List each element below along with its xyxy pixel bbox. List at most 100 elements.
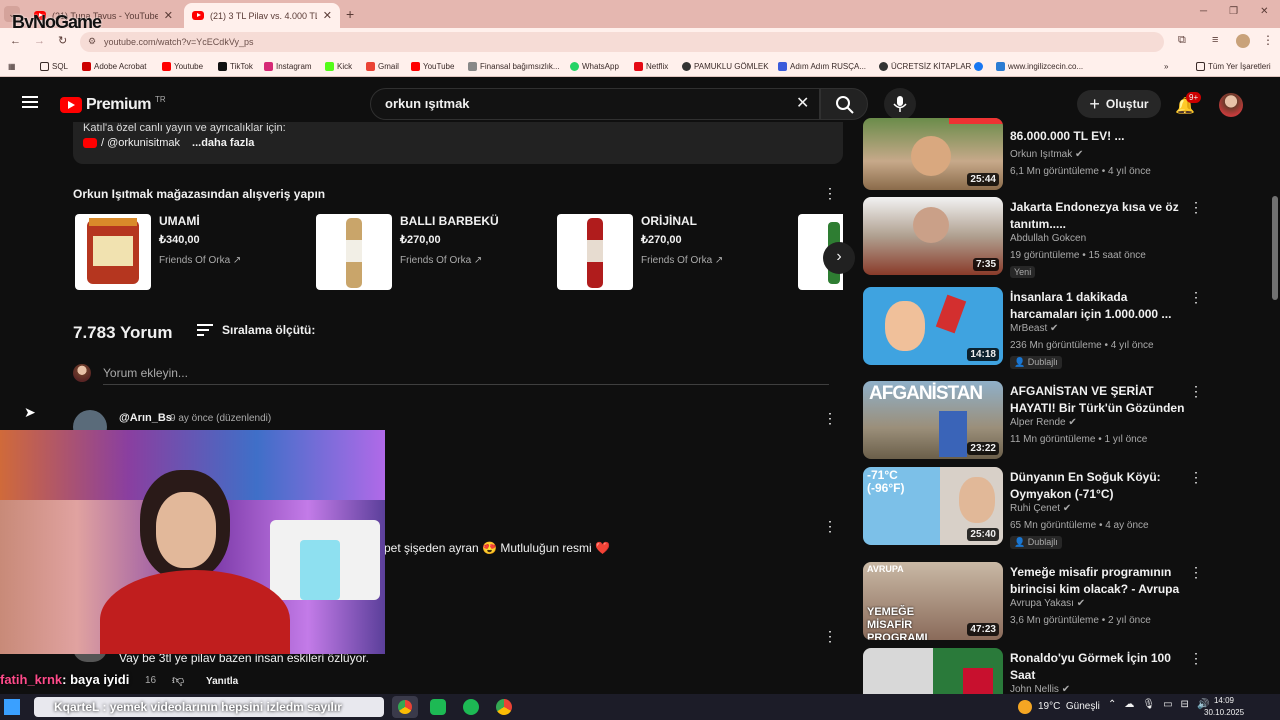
- video-title[interactable]: Dünyanın En Soğuk Köyü: Oymyakon (-71°C): [1010, 469, 1185, 503]
- sort-button[interactable]: Sıralama ölçütü:: [222, 323, 315, 337]
- maximize-icon[interactable]: ❐: [1229, 6, 1238, 17]
- apps-icon[interactable]: ▦: [8, 62, 16, 71]
- taskbar-search[interactable]: KqarteL : yemek videolarının hepsini izl…: [34, 697, 384, 717]
- bookmark-youtube-2[interactable]: YouTube: [411, 62, 454, 71]
- close-window-icon[interactable]: ✕: [1260, 6, 1268, 17]
- system-tray[interactable]: ⌃ ☁ 🎙 ▭ ⊟ 🔊: [1108, 699, 1209, 710]
- related-video[interactable]: 7:35 Jakarta Endonezya kısa ve öz tanıtı…: [863, 197, 1263, 278]
- channel-name[interactable]: Orkun Işıtmak: [1010, 149, 1072, 160]
- comment-menu-icon[interactable]: ⋮: [823, 518, 837, 535]
- spotify-icon[interactable]: [463, 699, 479, 715]
- all-bookmarks[interactable]: Tüm Yer İşaretleri: [1196, 62, 1271, 71]
- sort-icon[interactable]: [197, 324, 213, 336]
- video-thumbnail[interactable]: -71°C (-96°F) 25:40: [863, 467, 1003, 545]
- channel-name[interactable]: Avrupa Yakası: [1010, 598, 1074, 609]
- video-menu-icon[interactable]: ⋮: [1189, 469, 1203, 486]
- channel-name[interactable]: John Nellis: [1010, 684, 1059, 694]
- close-tab-icon[interactable]: ✕: [323, 9, 332, 22]
- bookmark-adobe[interactable]: Adobe Acrobat: [82, 62, 146, 71]
- bookmark-whatsapp[interactable]: WhatsApp: [570, 62, 619, 71]
- video-title[interactable]: Yemeğe misafir programının birincisi kim…: [1010, 564, 1185, 598]
- related-video[interactable]: 25:44 86.000.000 TL EV! ... Orkun Işıtma…: [863, 118, 1263, 190]
- related-video[interactable]: Ronaldo'yu Görmek İçin 100 Saat John Nel…: [863, 648, 1263, 694]
- tab-2-active[interactable]: (21) 3 TL Pilav vs. 4.000 TL Pilav ✕: [184, 3, 340, 28]
- profile-avatar[interactable]: [1236, 34, 1250, 48]
- related-video[interactable]: -71°C (-96°F) 25:40 Dünyanın En Soğuk Köy…: [863, 467, 1263, 549]
- chrome-taskbar-icon[interactable]: [392, 696, 418, 718]
- video-title[interactable]: İnsanlara 1 dakikada harcamaları için 1.…: [1010, 289, 1185, 323]
- video-title[interactable]: AFGANİSTAN VE ŞERİAT HAYATI! Bir Türk'ün…: [1010, 383, 1185, 417]
- video-menu-icon[interactable]: ⋮: [1189, 289, 1203, 306]
- product-card-umami[interactable]: UMAMİ ₺340,00 Friends Of Orka ↗: [75, 214, 241, 292]
- video-title[interactable]: Ronaldo'yu Görmek İçin 100 Saat: [1010, 650, 1185, 684]
- video-thumbnail[interactable]: AVRUPA YEMEĞE MİSAFİR PROGRAMI 47:23: [863, 562, 1003, 640]
- video-menu-icon[interactable]: ⋮: [1189, 383, 1203, 400]
- start-icon[interactable]: [4, 699, 20, 715]
- shop-menu-icon[interactable]: ⋮: [823, 185, 837, 202]
- search-button[interactable]: [820, 88, 868, 120]
- app-taskbar-icon[interactable]: [430, 699, 446, 715]
- create-button[interactable]: + Oluştur: [1077, 90, 1161, 118]
- media-icon[interactable]: ≡: [1212, 34, 1218, 46]
- url-field[interactable]: youtube.com/watch?v=YcECdkVy_ps: [80, 32, 1164, 52]
- show-more-link[interactable]: ...daha fazla: [192, 137, 254, 149]
- page-scrollbar[interactable]: [1272, 196, 1278, 300]
- browser-menu-icon[interactable]: ⋮: [1262, 33, 1274, 47]
- video-thumbnail[interactable]: 14:18: [863, 287, 1003, 365]
- search-input[interactable]: orkun ışıtmak: [370, 88, 820, 120]
- channel-handle-link[interactable]: / @orkunisitmak: [101, 137, 180, 149]
- video-title[interactable]: 86.000.000 TL EV! ...: [1010, 128, 1185, 145]
- video-menu-icon[interactable]: ⋮: [1189, 199, 1203, 216]
- minimize-icon[interactable]: ─: [1200, 6, 1207, 17]
- shop-next-button[interactable]: ›: [823, 242, 855, 274]
- related-video[interactable]: 14:18 İnsanlara 1 dakikada harcamaları i…: [863, 287, 1263, 369]
- comment-menu-icon[interactable]: ⋮: [823, 410, 837, 427]
- comment-menu-icon[interactable]: ⋮: [823, 628, 837, 645]
- video-title[interactable]: Jakarta Endonezya kısa ve öz tanıtım....…: [1010, 199, 1185, 233]
- comment-author[interactable]: @Arın_Bs: [119, 412, 172, 424]
- bookmark-finance[interactable]: Finansal bağımsızlık...: [468, 62, 560, 71]
- weather-widget[interactable]: 19°C Güneşli: [1038, 701, 1100, 712]
- bookmarks-overflow-icon[interactable]: »: [1164, 62, 1168, 71]
- bookmark-tiktok[interactable]: TikTok: [218, 62, 253, 71]
- avatar[interactable]: [1219, 93, 1243, 117]
- channel-name[interactable]: MrBeast: [1010, 323, 1047, 334]
- back-icon[interactable]: ←: [10, 35, 21, 47]
- site-info-icon[interactable]: ⚙: [88, 36, 96, 47]
- close-tab-icon[interactable]: ✕: [164, 9, 173, 22]
- voice-search-button[interactable]: [884, 88, 916, 120]
- bookmark-rusca[interactable]: Adım Adım RUSÇA...: [778, 62, 866, 71]
- video-thumbnail[interactable]: 25:44: [863, 118, 1003, 190]
- product-card-balli-barbeku[interactable]: BALLI BARBEKÜ ₺270,00 Friends Of Orka ↗: [316, 214, 499, 292]
- product-card-orijinal[interactable]: ORİJİNAL ₺270,00 Friends Of Orka ↗: [557, 214, 723, 292]
- reply-button[interactable]: Yanıtla: [206, 676, 238, 687]
- channel-name[interactable]: Alper Rende: [1010, 417, 1066, 428]
- related-video[interactable]: AFGANİSTAN 23:22 AFGANİSTAN VE ŞERİAT HAY…: [863, 381, 1263, 459]
- video-thumbnail[interactable]: 7:35: [863, 197, 1003, 275]
- video-menu-icon[interactable]: ⋮: [1189, 564, 1203, 581]
- clock[interactable]: 14:09 30.10.2025: [1204, 696, 1244, 717]
- description-box[interactable]: Katıl'a özel canlı yayın ve ayrıcalıklar…: [73, 122, 843, 164]
- comment-timestamp[interactable]: 9 ay önce (düzenlendi): [170, 413, 271, 424]
- channel-name[interactable]: Abdullah Gokcen: [1010, 233, 1086, 244]
- reload-icon[interactable]: ↻: [58, 34, 67, 47]
- video-menu-icon[interactable]: ⋮: [1189, 650, 1203, 667]
- bookmark-instagram[interactable]: Instagram: [264, 62, 312, 71]
- extensions-icon[interactable]: ⧉: [1178, 34, 1186, 47]
- clear-search-icon[interactable]: ✕: [796, 93, 809, 113]
- add-comment-input[interactable]: Yorum ekleyin...: [103, 366, 188, 380]
- video-thumbnail[interactable]: AFGANİSTAN 23:22: [863, 381, 1003, 459]
- youtube-logo[interactable]: Premium TR: [60, 95, 166, 114]
- bookmark-netflix[interactable]: Netflix: [634, 62, 668, 71]
- bookmark-gomlek[interactable]: PAMUKLU GÖMLEK: [682, 62, 769, 71]
- bookmark-youtube[interactable]: Youtube: [162, 62, 203, 71]
- related-video[interactable]: AVRUPA YEMEĞE MİSAFİR PROGRAMI 47:23 Yemeğ…: [863, 562, 1263, 640]
- channel-name[interactable]: Ruhi Çenet: [1010, 503, 1060, 514]
- forward-icon[interactable]: →: [34, 35, 45, 47]
- bookmark-kitaplar[interactable]: ÜCRETSİZ KİTAPLAR: [879, 62, 971, 71]
- bookmark-ingilizce[interactable]: www.ingilizcecin.co...: [996, 62, 1083, 71]
- bookmark-gmail[interactable]: Gmail: [366, 62, 399, 71]
- video-thumbnail[interactable]: [863, 648, 1003, 694]
- bookmark-sql[interactable]: SQL: [40, 62, 68, 71]
- chrome-icon-2[interactable]: [496, 699, 512, 715]
